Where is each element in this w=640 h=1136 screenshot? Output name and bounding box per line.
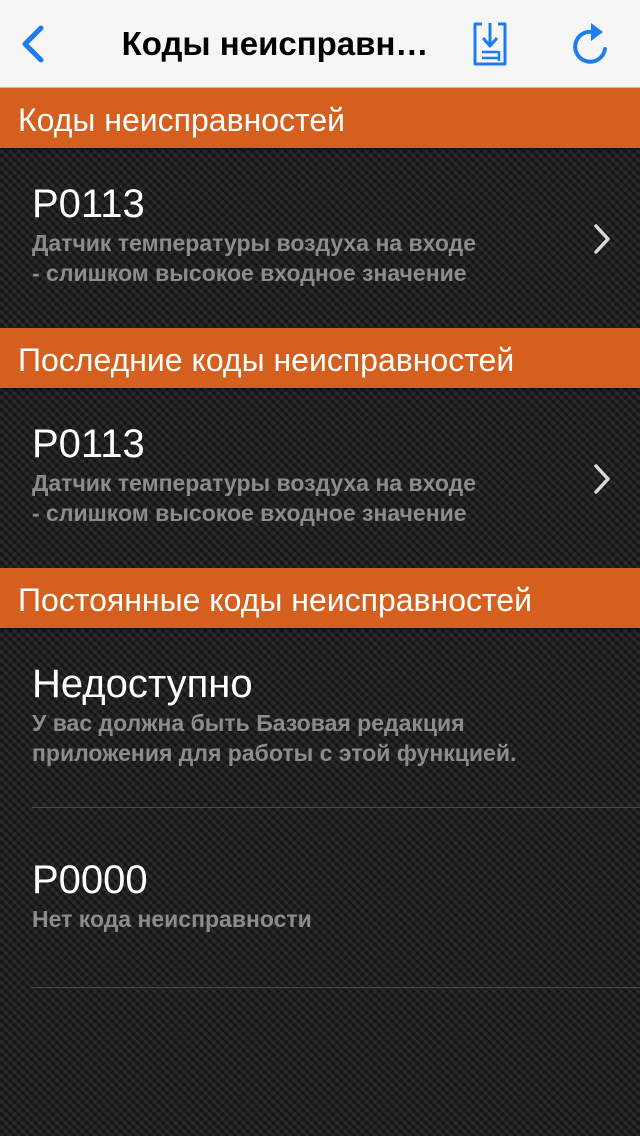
- fault-code-row[interactable]: P0113 Датчик температуры воздуха на вход…: [0, 180, 640, 300]
- section-header-recent-fault-codes: Последние коды неисправностей: [0, 328, 640, 388]
- fault-code: P0000: [32, 858, 148, 902]
- fault-code: P0113: [32, 422, 145, 466]
- fault-description-line: - слишком высокое входное значение: [32, 260, 467, 286]
- fault-description-line: - слишком высокое входное значение: [32, 500, 467, 526]
- chevron-right-icon: [594, 464, 610, 494]
- row-separator: [32, 987, 640, 988]
- export-document-icon: [473, 22, 507, 66]
- fault-description-line: Датчик температуры воздуха на входе: [32, 230, 477, 256]
- fault-code-row: Недоступно У вас должна быть Базовая ред…: [0, 660, 640, 780]
- section-header-fault-codes: Коды неисправностей: [0, 88, 640, 148]
- back-button[interactable]: [10, 22, 54, 66]
- export-button[interactable]: [468, 18, 512, 70]
- fault-description-line: приложения для работы с этой функцией.: [32, 740, 517, 766]
- fault-code-row[interactable]: P0113 Датчик температуры воздуха на вход…: [0, 420, 640, 540]
- chevron-right-icon: [594, 224, 610, 254]
- chevron-left-icon: [22, 25, 44, 63]
- fault-description-line: Нет кода неисправности: [32, 906, 312, 932]
- navigation-bar: Коды неисправн…: [0, 0, 640, 88]
- fault-description-line: У вас должна быть Базовая редакция: [32, 710, 465, 736]
- row-separator: [32, 807, 640, 808]
- fault-code: P0113: [32, 182, 145, 226]
- section-header-permanent-fault-codes: Постоянные коды неисправностей: [0, 568, 640, 628]
- fault-description-line: Датчик температуры воздуха на входе: [32, 470, 477, 496]
- page-title: Коды неисправн…: [121, 25, 429, 62]
- refresh-button[interactable]: [566, 18, 614, 70]
- fault-code-row: P0000 Нет кода неисправности: [0, 856, 640, 956]
- refresh-icon: [573, 23, 607, 64]
- fault-code: Недоступно: [32, 662, 253, 706]
